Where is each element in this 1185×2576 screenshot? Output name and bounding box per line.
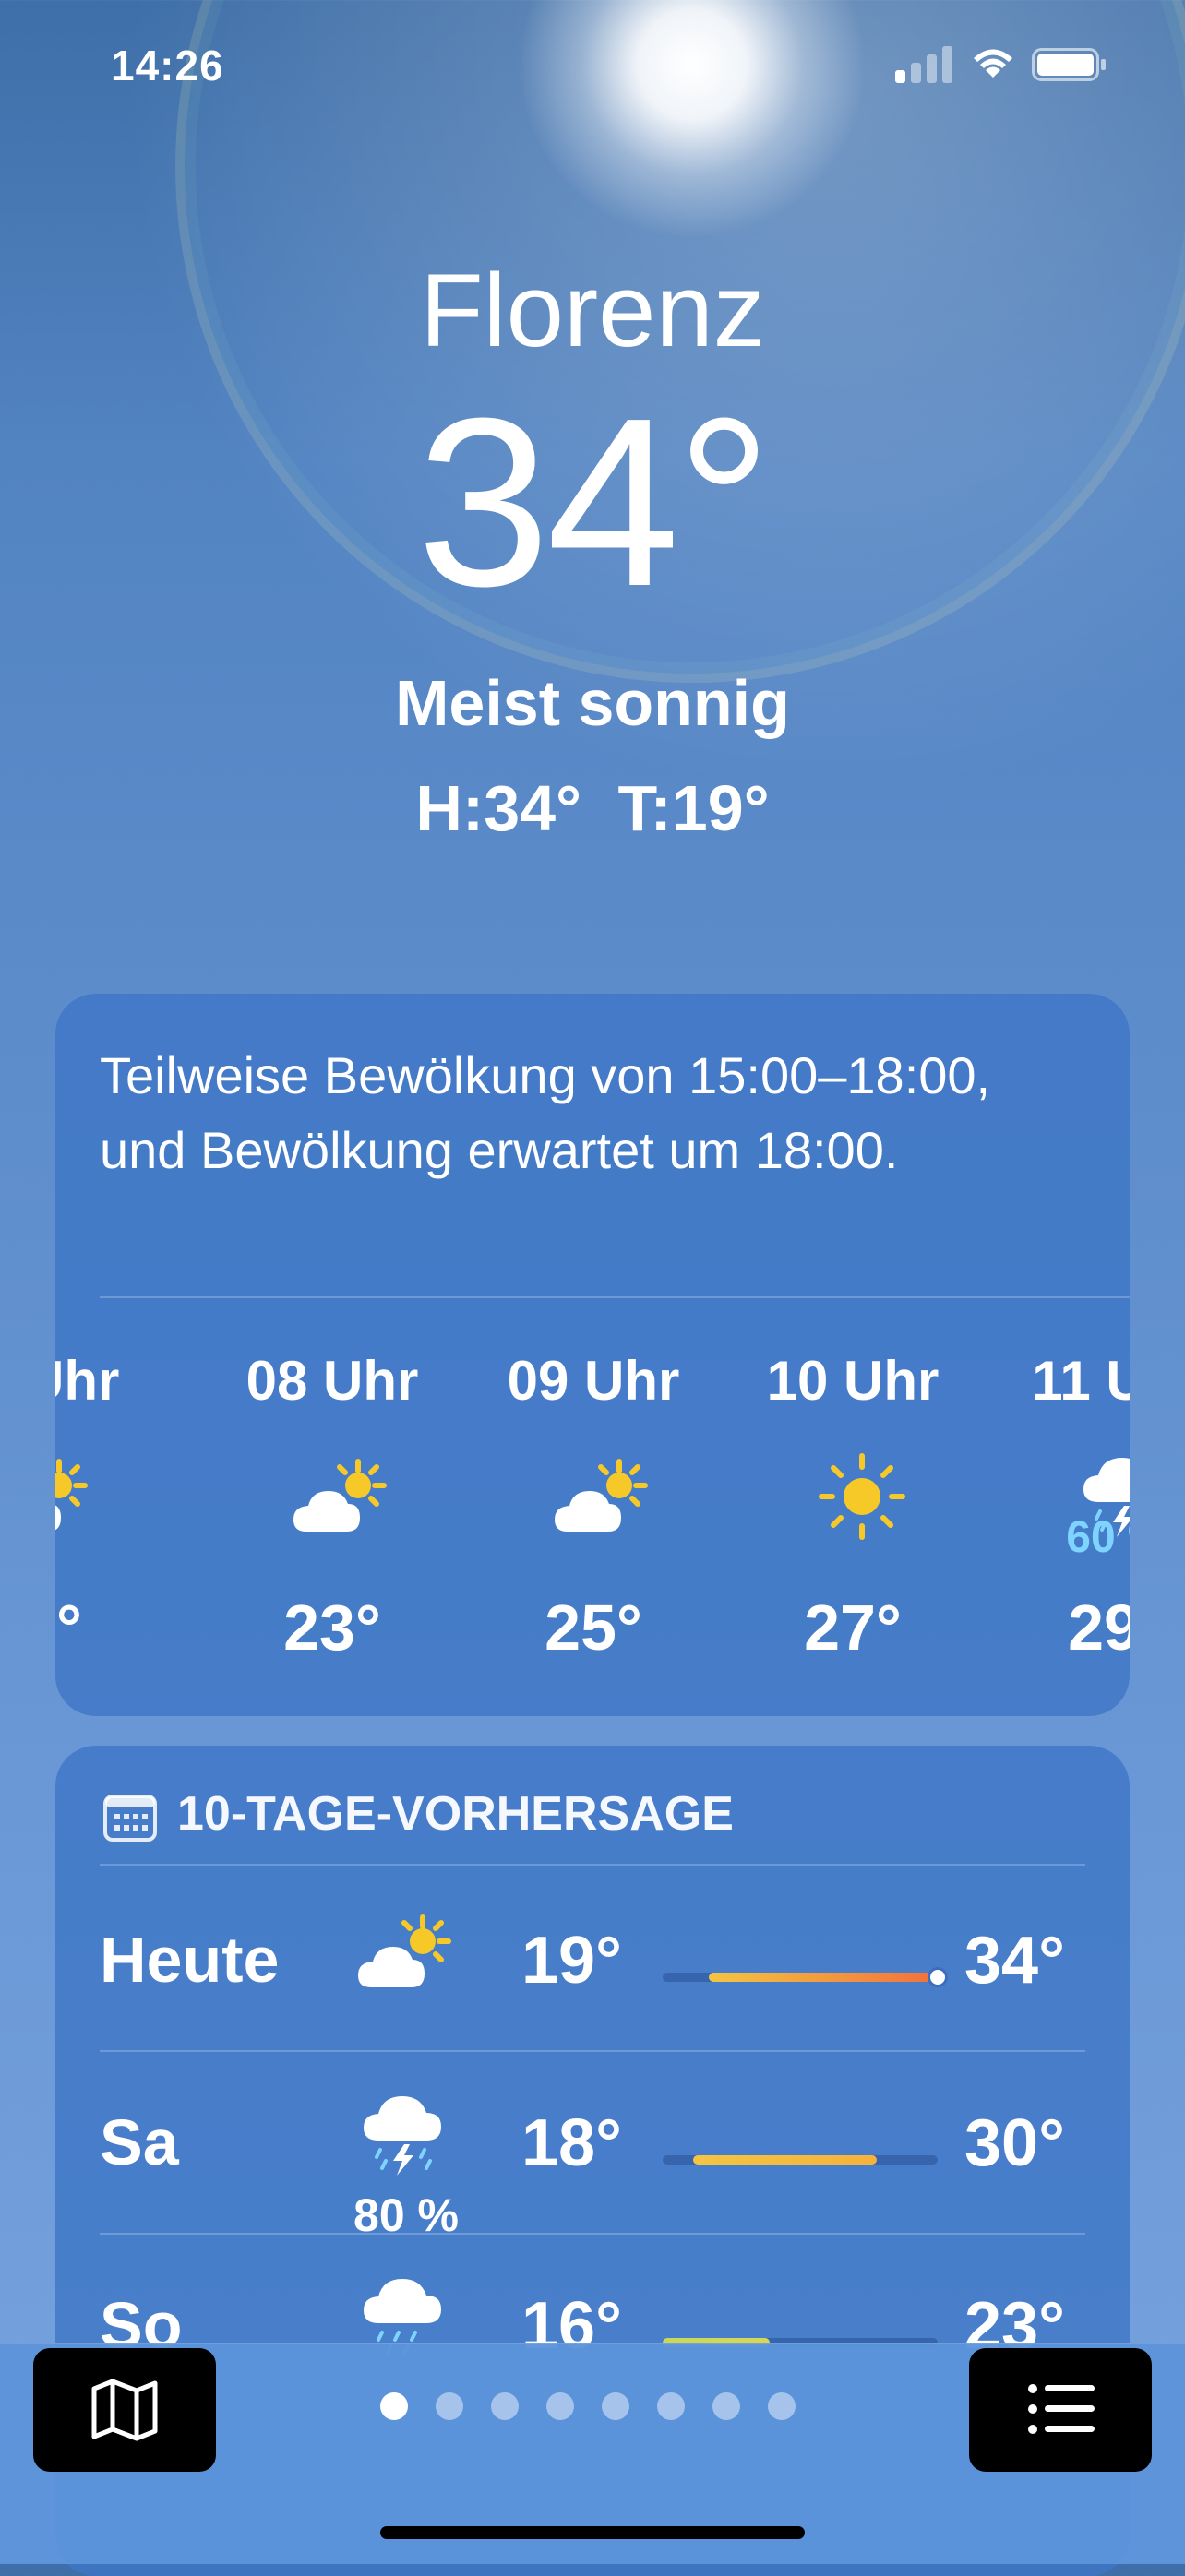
calendar-icon [103, 1795, 157, 1842]
sun-icon [807, 1450, 917, 1543]
battery-icon [1032, 48, 1106, 81]
home-indicator[interactable] [380, 2526, 805, 2539]
page-dot[interactable] [602, 2392, 629, 2420]
partly-sunny-icon [286, 1450, 397, 1543]
status-bar: 14:26 [0, 0, 1185, 129]
location-name: Florenz [420, 253, 765, 368]
temperature-range-bar [663, 1970, 945, 1985]
page-indicator[interactable] [380, 2392, 805, 2424]
cellular-signal-icon [895, 46, 952, 83]
map-button[interactable] [33, 2348, 216, 2472]
high-temperature: 34° [964, 1924, 1065, 1998]
page-dot[interactable] [436, 2392, 463, 2420]
page-dot[interactable] [491, 2392, 519, 2420]
day-row[interactable]: Heute 19° 34° [55, 1869, 1130, 2052]
city-list-button[interactable] [969, 2348, 1152, 2472]
partly-sunny-icon [55, 1450, 98, 1543]
status-time: 14:26 [111, 42, 224, 89]
divider [100, 1864, 1085, 1866]
current-temperature: 34° [416, 369, 772, 637]
high-low-temperature: H:34° T:19° [415, 772, 770, 844]
wifi-icon [974, 49, 1012, 78]
hour-item: 11 Uhr 60 % 29° [997, 1349, 1130, 1664]
hour-item: 10 Uhr 27° [733, 1349, 973, 1664]
hour-item: 08 Uhr 23° [212, 1349, 452, 1664]
list-icon [1028, 2384, 1095, 2434]
hour-label: 08 Uhr [245, 1350, 419, 1412]
hour-item: 09 Uhr 25° [473, 1349, 713, 1664]
hour-label: 10 Uhr [766, 1350, 940, 1412]
hourly-forecast-card[interactable]: Teilweise Bewölkung von 15:00–18:00, und… [55, 994, 1130, 1716]
hour-label: 11 Uhr [1032, 1350, 1130, 1412]
temperature-range-fill [693, 2155, 877, 2165]
ten-day-title: 10-TAGE-VORHERSAGE [177, 1787, 734, 1841]
page-dot[interactable] [546, 2392, 574, 2420]
thunderstorm-icon [351, 2089, 461, 2181]
current-temperature-dot [930, 1970, 945, 1985]
page-dot[interactable] [712, 2392, 740, 2420]
page-dot[interactable] [380, 2392, 408, 2420]
day-row[interactable]: Sa 80 % 18° 30° [55, 2052, 1130, 2241]
temperature-range-bar [663, 2155, 938, 2165]
temperature-range-fill [708, 1973, 938, 1982]
high-temperature: 30° [964, 2106, 1065, 2180]
hour-temperature: 23° [283, 1592, 381, 1664]
hour-label: 09 Uhr [507, 1350, 680, 1412]
partly-sunny-icon [351, 1906, 461, 1998]
day-name: Heute [100, 1924, 280, 1996]
day-name: Sa [100, 2106, 179, 2178]
divider [100, 1296, 1130, 1298]
hour-temperature: 29° [1068, 1592, 1130, 1664]
page-dot[interactable] [768, 2392, 796, 2420]
map-icon [91, 2379, 158, 2441]
hour-temperature: 27° [804, 1592, 902, 1664]
hour-label: 07 Uhr [55, 1350, 120, 1412]
hour-temperature: 25° [545, 1592, 642, 1664]
weather-condition: Meist sonnig [395, 667, 790, 739]
page-dot[interactable] [657, 2392, 685, 2420]
low-temperature: 18° [521, 2106, 622, 2180]
partly-sunny-icon [547, 1450, 658, 1543]
hour-temperature: 21° [55, 1592, 82, 1664]
low-temperature: 19° [521, 1924, 622, 1998]
precipitation-chance: 60 % [1066, 1513, 1130, 1562]
hour-item: 07 Uhr 21° [55, 1349, 153, 1664]
forecast-summary: Teilweise Bewölkung von 15:00–18:00, und… [100, 1046, 991, 1179]
